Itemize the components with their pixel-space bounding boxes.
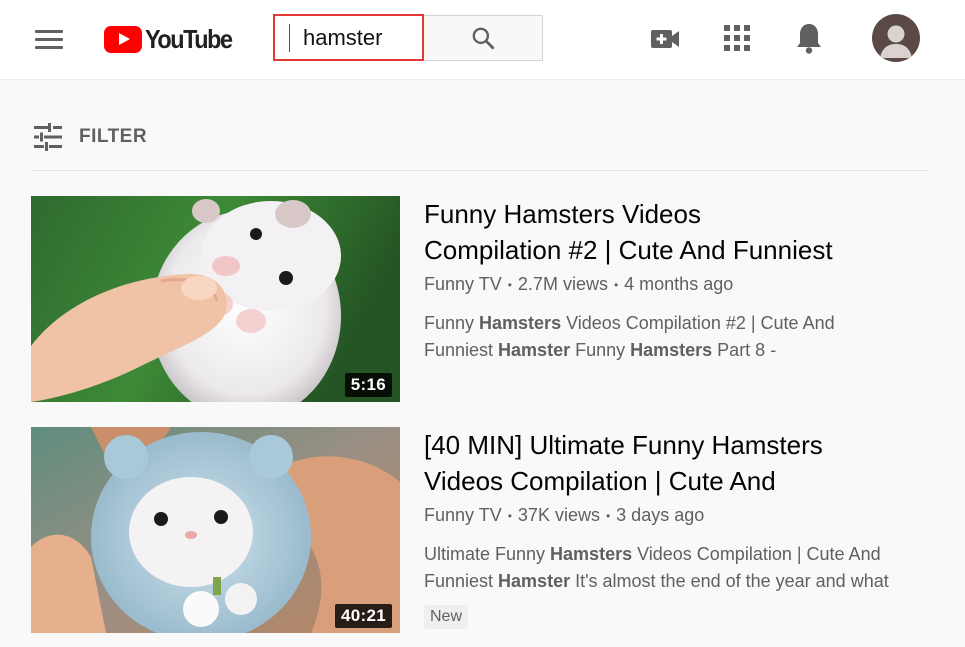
video-description: Funny Hamsters Videos Compilation #2 | C… [424,310,944,364]
search-button[interactable] [424,15,543,61]
video-camera-plus-icon [651,30,679,48]
video-title[interactable]: Funny Hamsters Videos Compilation #2 | C… [424,196,944,268]
divider [31,170,929,171]
description-text: Funniest [424,340,499,361]
video-title-line[interactable]: Compilation #2 | Cute And Funniest [424,232,944,268]
description-text: Videos Compilation #2 | Cute And [561,313,835,334]
new-badge: New [424,605,469,630]
keyword-highlight: Hamsters [479,313,562,334]
description-text: Videos Compilation | Cute And [632,544,881,565]
youtube-play-icon [104,25,142,53]
text-cursor [289,24,290,52]
search-input[interactable] [295,22,420,54]
notifications-button[interactable] [792,20,826,56]
video-result[interactable]: 40:21 [40 MIN] Ultimate Funny Hamsters V… [31,427,931,633]
video-thumbnail[interactable]: 5:16 [31,196,400,402]
description-line: Funniest Hamster It's almost the end of … [424,568,944,595]
video-metadata: Funny TV • 37K views • 3 days ago [424,502,944,529]
channel-name[interactable]: Funny TV [424,274,502,294]
logo-text: YouTube [145,23,233,54]
separator-dot: • [613,278,619,293]
search-box[interactable] [273,14,424,61]
video-duration: 40:21 [335,604,392,628]
video-info: Funny Hamsters Videos Compilation #2 | C… [424,196,944,364]
apps-button[interactable] [722,22,752,54]
keyword-highlight: Hamsters [630,340,713,361]
keyword-highlight: Hamsters [550,544,633,565]
youtube-logo[interactable]: YouTube [104,22,241,56]
description-text: Funny [424,313,480,334]
tune-sliders-icon [34,123,62,151]
description-text: Ultimate Funny [424,544,551,565]
description-text: Funniest [424,571,499,592]
apps-grid-icon [724,25,750,51]
description-text: Funny [570,340,631,361]
search-icon [472,27,495,50]
video-info: [40 MIN] Ultimate Funny Hamsters Videos … [424,427,944,630]
description-text: Part 8 - [712,340,777,361]
video-title[interactable]: [40 MIN] Ultimate Funny Hamsters Videos … [424,427,944,499]
menu-icon[interactable] [30,22,68,56]
create-video-button[interactable] [648,24,682,54]
filter-button[interactable]: FILTER [33,120,147,154]
video-thumbnail[interactable]: 40:21 [31,427,400,633]
video-title-line[interactable]: [40 MIN] Ultimate Funny Hamsters [424,427,944,463]
video-title-line[interactable]: Videos Compilation | Cute And [424,463,944,499]
keyword-highlight: Hamster [498,571,571,592]
separator-dot: • [507,509,512,524]
video-title-line[interactable]: Funny Hamsters Videos [424,196,944,232]
upload-age: 4 months ago [624,274,734,294]
separator-dot: • [507,278,512,293]
masthead: YouTube [0,0,965,80]
hamster-thumbnail-image [31,427,400,633]
channel-name[interactable]: Funny TV [424,505,502,525]
avatar[interactable] [872,14,920,62]
description-line: Funny Hamsters Videos Compilation #2 | C… [424,310,944,337]
description-text: It's almost the end of the year and what [570,571,889,592]
keyword-highlight: Hamster [498,340,571,361]
video-result[interactable]: 5:16 Funny Hamsters Videos Compilation #… [31,196,931,402]
description-line: Ultimate Funny Hamsters Videos Compilati… [424,541,944,568]
separator-dot: • [605,509,611,524]
video-duration: 5:16 [344,373,392,397]
bell-icon [797,24,821,54]
user-silhouette-icon [880,25,912,58]
video-metadata: Funny TV • 2.7M views • 4 months ago [424,271,944,298]
upload-age: 3 days ago [616,505,705,525]
view-count: 37K views [517,505,600,525]
filter-label: FILTER [79,126,148,147]
view-count: 2.7M views [517,274,608,294]
video-description: Ultimate Funny Hamsters Videos Compilati… [424,541,944,595]
description-line: Funniest Hamster Funny Hamsters Part 8 - [424,337,944,364]
hamster-thumbnail-image [31,196,400,402]
